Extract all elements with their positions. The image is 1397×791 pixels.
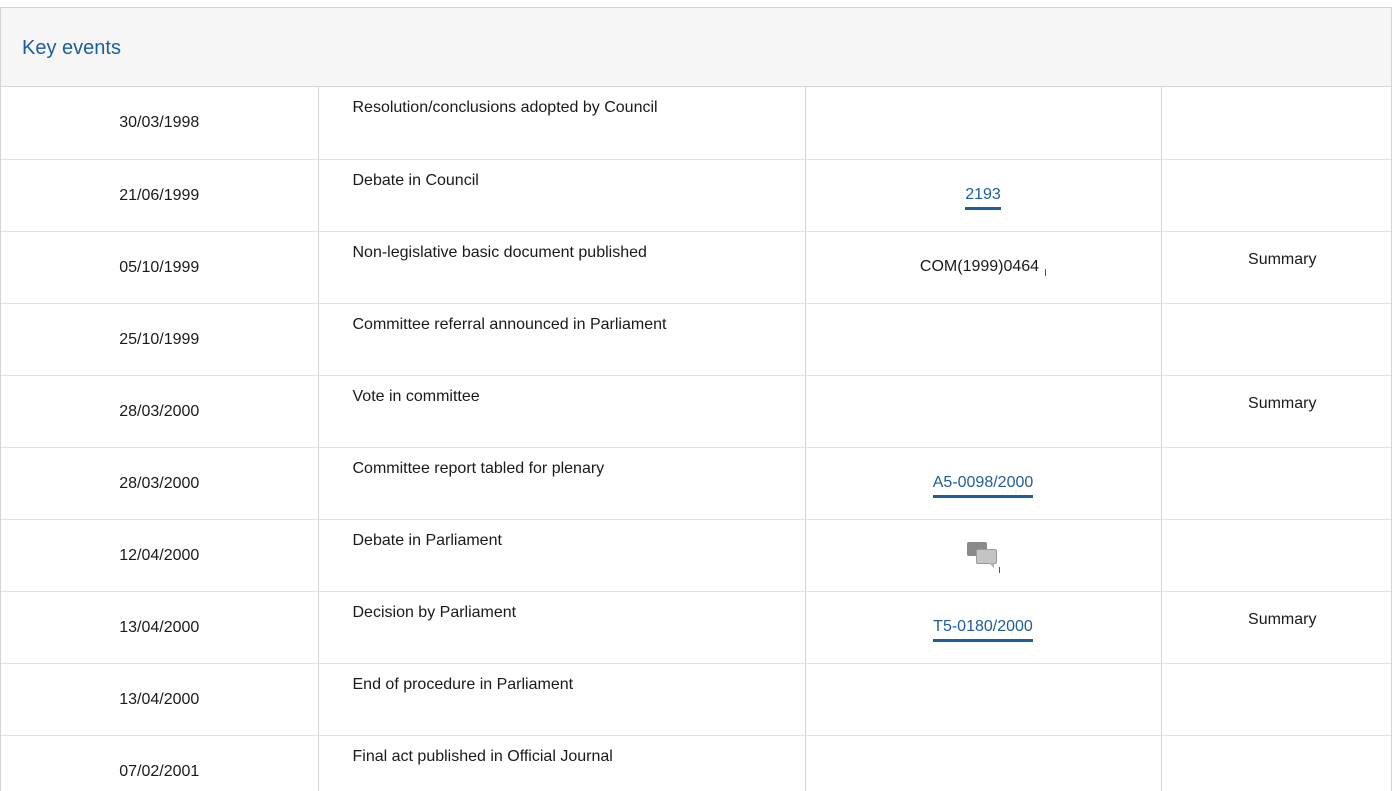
table-row: 05/10/1999 Non-legislative basic documen… [1, 231, 1391, 304]
event-document [805, 663, 1162, 736]
tick-mark [1045, 268, 1047, 276]
key-events-table: 30/03/1998 Resolution/conclusions adopte… [1, 87, 1391, 791]
event-description: End of procedure in Parliament [318, 663, 806, 736]
event-description: Non-legislative basic document published [318, 231, 806, 304]
document-link-a5-0098-2000[interactable]: A5-0098/2000 [932, 472, 1034, 498]
event-date: 30/03/1998 [1, 87, 319, 160]
event-summary [1161, 519, 1391, 592]
event-document [805, 303, 1162, 376]
event-date: 07/02/2001 [1, 735, 319, 791]
event-document [805, 735, 1162, 791]
event-summary [1161, 447, 1391, 520]
event-document: 2193 [805, 159, 1162, 232]
event-document [805, 375, 1162, 448]
event-date: 28/03/2000 [1, 447, 319, 520]
event-summary [1161, 159, 1391, 232]
event-description: Resolution/conclusions adopted by Counci… [318, 87, 806, 160]
event-summary [1161, 663, 1391, 736]
event-summary [1161, 303, 1391, 376]
event-document [805, 519, 1162, 592]
table-row: 28/03/2000 Committee report tabled for p… [1, 447, 1391, 520]
table-row: 30/03/1998 Resolution/conclusions adopte… [1, 87, 1391, 160]
event-summary [1161, 87, 1391, 160]
table-row: 28/03/2000 Vote in committee Summary [1, 375, 1391, 448]
event-date: 05/10/1999 [1, 231, 319, 304]
document-link-t5-0180-2000[interactable]: T5-0180/2000 [933, 616, 1033, 642]
event-summary-link[interactable]: Summary [1161, 375, 1391, 448]
event-description: Final act published in Official Journal [318, 735, 806, 791]
table-row: 07/02/2001 Final act published in Offici… [1, 735, 1391, 791]
event-description: Debate in Parliament [318, 519, 806, 592]
event-document: A5-0098/2000 [805, 447, 1162, 520]
event-description: Committee referral announced in Parliame… [318, 303, 806, 376]
event-document [805, 87, 1162, 160]
event-date: 21/06/1999 [1, 159, 319, 232]
event-summary-link[interactable]: Summary [1161, 591, 1391, 664]
event-description: Decision by Parliament [318, 591, 806, 664]
document-reference: COM(1999)0464 [919, 256, 1047, 278]
table-row: 12/04/2000 Debate in Parliament [1, 519, 1391, 592]
event-date: 25/10/1999 [1, 303, 319, 376]
event-description: Vote in committee [318, 375, 806, 448]
event-date: 12/04/2000 [1, 519, 319, 592]
event-date: 13/04/2000 [1, 591, 319, 664]
key-events-panel: Key events 30/03/1998 Resolution/conclus… [0, 7, 1392, 791]
table-row: 13/04/2000 Decision by Parliament T5-018… [1, 591, 1391, 664]
event-document: T5-0180/2000 [805, 591, 1162, 664]
event-date: 28/03/2000 [1, 375, 319, 448]
table-row: 25/10/1999 Committee referral announced … [1, 303, 1391, 376]
table-row: 21/06/1999 Debate in Council 2193 [1, 159, 1391, 232]
panel-title: Key events [22, 36, 121, 59]
event-summary [1161, 735, 1391, 791]
event-description: Committee report tabled for plenary [318, 447, 806, 520]
panel-header[interactable]: Key events [1, 8, 1391, 87]
event-description: Debate in Council [318, 159, 806, 232]
event-document: COM(1999)0464 [805, 231, 1162, 304]
document-reference-text: COM(1999)0464 [919, 257, 1040, 275]
table-row: 13/04/2000 End of procedure in Parliamen… [1, 663, 1391, 736]
debate-chat-icon[interactable] [967, 541, 1000, 573]
event-summary-link[interactable]: Summary [1161, 231, 1391, 304]
document-link-2193[interactable]: 2193 [965, 184, 1001, 210]
event-date: 13/04/2000 [1, 663, 319, 736]
